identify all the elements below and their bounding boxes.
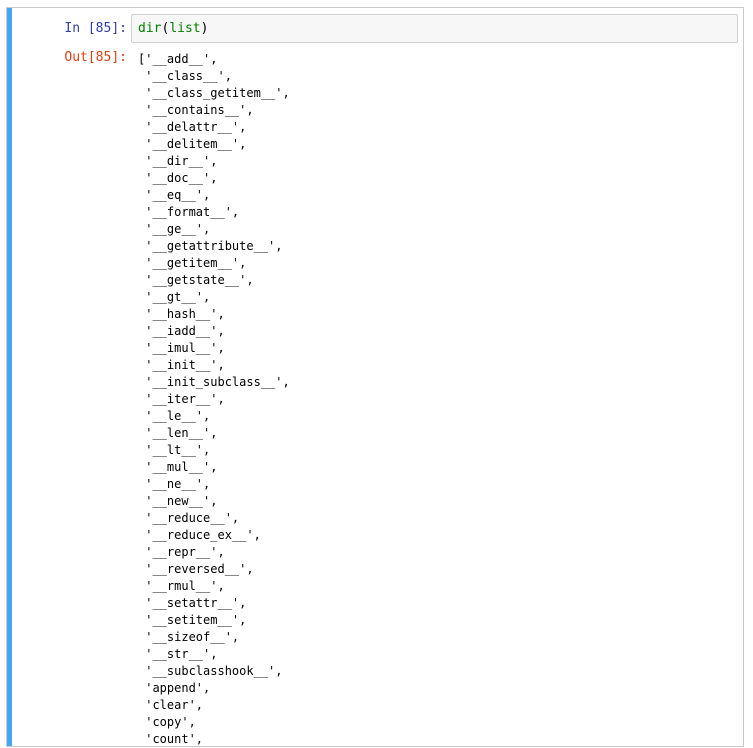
- output-line: '__sizeof__',: [138, 630, 240, 644]
- output-line: '__rmul__',: [138, 579, 225, 593]
- output-line: '__setitem__',: [138, 613, 247, 627]
- output-line: 'copy',: [138, 715, 196, 729]
- output-line: '__init__',: [138, 358, 225, 372]
- output-line: 'append',: [138, 681, 211, 695]
- output-line: '__delattr__',: [138, 120, 247, 134]
- output-line: '__imul__',: [138, 341, 225, 355]
- code-builtin-token: dir: [138, 21, 162, 36]
- output-line: '__class__',: [138, 69, 232, 83]
- output-line: '__contains__',: [138, 103, 254, 117]
- output-line: '__class_getitem__',: [138, 86, 290, 100]
- output-line: '__mul__',: [138, 460, 218, 474]
- output-line: '__format__',: [138, 205, 240, 219]
- output-line: '__str__',: [138, 647, 218, 661]
- code-line: dir(list): [138, 20, 208, 37]
- output-line: '__dir__',: [138, 154, 218, 168]
- output-line: '__getitem__',: [138, 256, 247, 270]
- notebook-cell[interactable]: In [85]: dir(list) Out[85]: ['__add__', …: [6, 7, 744, 747]
- output-line: '__iadd__',: [138, 324, 225, 338]
- code-input[interactable]: dir(list): [131, 14, 738, 43]
- cell-selected-bar: [7, 8, 12, 746]
- output-line: '__doc__',: [138, 171, 218, 185]
- output-line: '__lt__',: [138, 443, 211, 457]
- output-line: '__setattr__',: [138, 596, 247, 610]
- output-line: '__hash__',: [138, 307, 225, 321]
- in-prompt: In [85]:: [64, 21, 127, 36]
- output-line: '__gt__',: [138, 290, 211, 304]
- code-arg-token: list: [169, 21, 201, 36]
- output-line: '__ge__',: [138, 222, 211, 236]
- output-line: '__repr__',: [138, 545, 225, 559]
- output-line: '__len__',: [138, 426, 218, 440]
- output-line: '__subclasshook__',: [138, 664, 283, 678]
- output-line: '__reduce__',: [138, 511, 240, 525]
- output-line: '__le__',: [138, 409, 211, 423]
- output-line: '__eq__',: [138, 188, 211, 202]
- output-line: '__delitem__',: [138, 137, 247, 151]
- output-line: '__getstate__',: [138, 273, 254, 287]
- code-close-paren: ): [200, 21, 209, 36]
- output-line: '__getattribute__',: [138, 239, 283, 253]
- output-line: '__init_subclass__',: [138, 375, 290, 389]
- output-line: '__reversed__',: [138, 562, 254, 576]
- output-line: 'clear',: [138, 698, 204, 712]
- output-line: '__iter__',: [138, 392, 225, 406]
- output-line: '__ne__',: [138, 477, 211, 491]
- cell-output: ['__add__', '__class__', '__class_getite…: [138, 51, 290, 748]
- output-line: ['__add__',: [138, 52, 218, 66]
- output-line: '__new__',: [138, 494, 218, 508]
- output-line: '__reduce_ex__',: [138, 528, 261, 542]
- out-prompt: Out[85]:: [64, 50, 127, 65]
